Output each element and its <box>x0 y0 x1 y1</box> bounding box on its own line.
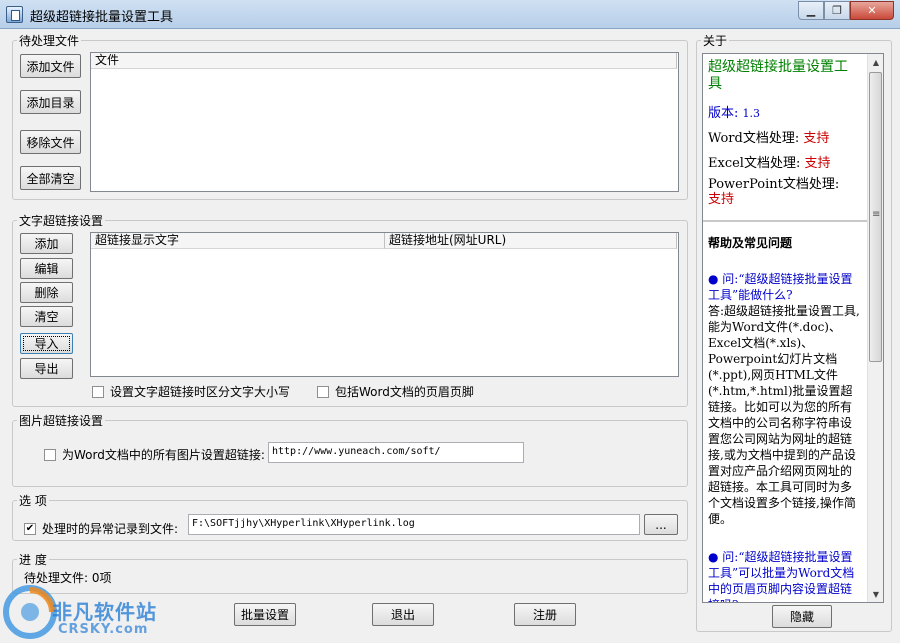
scroll-down-icon[interactable]: ▼ <box>868 586 883 602</box>
delete-link-button[interactable]: 删除 <box>20 282 73 303</box>
remove-file-button[interactable]: 移除文件 <box>20 130 81 154</box>
register-button[interactable]: 注册 <box>514 603 576 626</box>
word-label: Word文档处理: <box>708 131 800 146</box>
excel-label: Excel文档处理: <box>708 156 801 171</box>
image-link-checkbox[interactable]: 为Word文档中的所有图片设置超链接: <box>44 446 265 463</box>
crsky-watermark: 非凡软件站 CRSKY.com <box>0 580 170 643</box>
browse-button[interactable]: ... <box>644 514 678 535</box>
text-link-legend: 文字超链接设置 <box>19 214 104 228</box>
error-log-box[interactable]: ✔ <box>24 522 36 535</box>
minimize-button[interactable]: ▁ <box>798 1 824 20</box>
clear-links-button[interactable]: 清空 <box>20 306 73 327</box>
log-path-input[interactable]: F:\SOFTjjhy\XHyperlink\XHyperlink.log <box>188 514 640 535</box>
faq-answer-1: 答:超级超链接批量设置工具,能为Word文件(*.doc)、Excel文档(*.… <box>708 304 860 526</box>
url-column-header[interactable]: 超链接地址(网址URL) <box>385 233 677 249</box>
files-legend: 待处理文件 <box>19 34 80 48</box>
about-legend: 关于 <box>703 34 728 48</box>
edit-link-button[interactable]: 编辑 <box>20 258 73 279</box>
about-ppt-row: PowerPoint文档处理: 支持 <box>708 177 868 207</box>
maximize-button[interactable]: ❐ <box>824 1 850 20</box>
export-button[interactable]: 导出 <box>20 358 73 379</box>
link-list[interactable]: 超链接显示文字 超链接地址(网址URL) <box>90 232 679 377</box>
faq-question-2: ● 问:“超级超链接批量设置工具”可以批量为Word文档中的页眉页脚内容设置超链… <box>708 550 855 602</box>
watermark-domain: CRSKY.com <box>58 622 149 637</box>
clear-all-button[interactable]: 全部清空 <box>20 166 81 190</box>
case-sensitive-checkbox[interactable]: 设置文字超链接时区分文字大小写 <box>92 383 290 400</box>
title-bar: 超级超链接批量设置工具 ▁ ❐ ✕ <box>0 0 900 29</box>
version-value: 1.3 <box>742 107 761 120</box>
scroll-thumb[interactable] <box>869 72 882 362</box>
include-header-footer-box[interactable] <box>317 385 329 398</box>
include-header-footer-label: 包括Word文档的页眉页脚 <box>335 385 474 399</box>
app-icon <box>6 6 23 23</box>
scroll-up-icon[interactable]: ▲ <box>868 54 883 70</box>
case-sensitive-label: 设置文字超链接时区分文字大小写 <box>110 385 291 399</box>
file-column-header[interactable]: 文件 <box>91 53 677 69</box>
about-version-row: 版本: 1.3 <box>708 102 760 121</box>
watermark-brand: 非凡软件站 <box>52 600 157 624</box>
about-word-row: Word文档处理: 支持 <box>708 127 829 146</box>
about-scrollbar[interactable]: ▲ ▼ <box>867 54 883 602</box>
about-app-name: 超级超链接批量设置工具 <box>708 59 848 92</box>
batch-set-button[interactable]: 批量设置 <box>234 603 296 626</box>
error-log-label: 处理时的异常记录到文件: <box>42 522 179 536</box>
close-button[interactable]: ✕ <box>850 1 894 20</box>
add-folder-button[interactable]: 添加目录 <box>20 90 81 114</box>
ppt-value: 支持 <box>708 192 735 207</box>
options-legend: 选 项 <box>19 494 47 508</box>
about-divider <box>703 220 869 222</box>
about-panel[interactable]: 超级超链接批量设置工具 版本: 1.3 Word文档处理: 支持 Excel文档… <box>702 53 884 603</box>
ppt-label: PowerPoint文档处理: <box>708 177 840 192</box>
version-label: 版本: <box>708 106 739 121</box>
excel-value: 支持 <box>804 156 831 171</box>
error-log-checkbox[interactable]: ✔ 处理时的异常记录到文件: <box>24 520 178 537</box>
image-link-label: 为Word文档中的所有图片设置超链接: <box>62 448 265 462</box>
include-header-footer-checkbox[interactable]: 包括Word文档的页眉页脚 <box>317 383 474 400</box>
faq-question-1: ● 问:“超级超链接批量设置工具”能做什么? <box>708 272 853 302</box>
image-link-legend: 图片超链接设置 <box>19 414 104 428</box>
about-excel-row: Excel文档处理: 支持 <box>708 152 831 171</box>
add-file-button[interactable]: 添加文件 <box>20 54 81 78</box>
word-value: 支持 <box>803 131 830 146</box>
display-text-column-header[interactable]: 超链接显示文字 <box>91 233 385 249</box>
window-title: 超级超链接批量设置工具 <box>30 10 174 25</box>
image-url-input[interactable]: http://www.yuneach.com/soft/ <box>268 442 524 463</box>
case-sensitive-box[interactable] <box>92 385 104 398</box>
faq-title: 帮助及常见问题 <box>708 236 793 250</box>
image-link-box[interactable] <box>44 448 56 461</box>
file-list[interactable]: 文件 <box>90 52 679 192</box>
exit-button[interactable]: 退出 <box>372 603 434 626</box>
progress-legend: 进 度 <box>19 553 47 567</box>
crsky-logo-icon <box>3 585 57 639</box>
add-link-button[interactable]: 添加 <box>20 233 73 254</box>
import-button[interactable]: 导入 <box>20 333 73 354</box>
